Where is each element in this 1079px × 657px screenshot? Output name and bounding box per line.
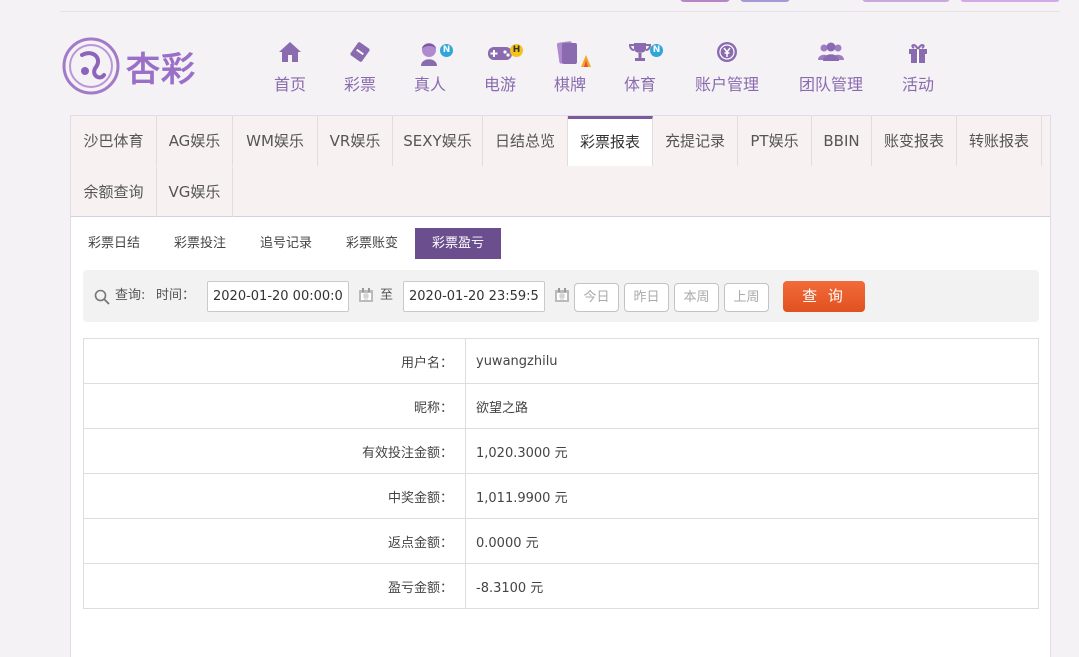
cards-icon <box>530 40 610 68</box>
tab-transfer-report[interactable]: 转账报表 <box>957 116 1042 166</box>
profit-loss-table: 用户名： yuwangzhilu 昵称： 欲望之路 有效投注金额： 1,020.… <box>83 338 1039 609</box>
nav-label: 团队管理 <box>798 75 863 94</box>
trophy-icon: N <box>600 40 680 68</box>
row-label: 中奖金额： <box>83 473 466 519</box>
nav-item-team[interactable]: 团队管理 <box>791 38 871 95</box>
row-value: 欲望之路 <box>465 383 1039 429</box>
new-badge: N <box>650 44 663 57</box>
nav-label: 活动 <box>901 75 934 94</box>
nav-item-home[interactable]: 首页 <box>250 38 330 95</box>
gamepad-icon: H <box>460 40 540 68</box>
table-row: 返点金额： 0.0000 元 <box>83 518 1039 564</box>
top-link-4[interactable] <box>960 0 1060 2</box>
live-dealer-icon: N <box>390 40 470 68</box>
site-logo[interactable]: 杏彩 <box>60 34 220 98</box>
tab-balance-query[interactable]: 余额查询 <box>71 167 157 217</box>
top-link-2[interactable] <box>740 0 790 2</box>
tab-deposit-withdraw[interactable]: 充提记录 <box>653 116 738 166</box>
team-icon <box>791 40 871 68</box>
nav-item-chess[interactable]: 棋牌 <box>530 38 610 95</box>
nav-label: 棋牌 <box>553 75 586 94</box>
row-label: 返点金额： <box>83 518 466 564</box>
subtab-lottery-bets[interactable]: 彩票投注 <box>171 228 229 259</box>
tab-vr[interactable]: VR娱乐 <box>318 116 393 166</box>
tab-saba-sports[interactable]: 沙巴体育 <box>71 116 157 166</box>
row-value: yuwangzhilu <box>465 338 1039 384</box>
gift-icon <box>878 40 958 68</box>
report-panel: 沙巴体育 AG娱乐 WM娱乐 VR娱乐 SEXY娱乐 日结总览 彩票报表 充提记… <box>70 115 1051 657</box>
nav-label: 真人 <box>413 75 446 94</box>
nav-item-live[interactable]: N 真人 <box>390 38 470 95</box>
nav-item-sports[interactable]: N 体育 <box>600 38 680 95</box>
nav-label: 账户管理 <box>694 75 759 94</box>
yen-coin-icon <box>687 40 767 68</box>
subtab-lottery-daily[interactable]: 彩票日结 <box>85 228 143 259</box>
tab-pt[interactable]: PT娱乐 <box>738 116 812 166</box>
table-row: 用户名： yuwangzhilu <box>83 338 1039 384</box>
subtab-chase-records[interactable]: 追号记录 <box>257 228 315 259</box>
nav-label: 彩票 <box>343 75 376 94</box>
subtab-lottery-balance-change[interactable]: 彩票账变 <box>343 228 401 259</box>
last-week-button[interactable]: 上周 <box>724 283 769 312</box>
tab-bbin[interactable]: BBIN <box>812 116 872 166</box>
lottery-ticket-icon <box>320 40 400 68</box>
tab-ag[interactable]: AG娱乐 <box>157 116 233 166</box>
nav-label: 体育 <box>623 75 656 94</box>
table-row: 有效投注金额： 1,020.3000 元 <box>83 428 1039 474</box>
this-week-button[interactable]: 本周 <box>674 283 719 312</box>
calendar-icon[interactable] <box>358 287 374 303</box>
tab-daily-overview[interactable]: 日结总览 <box>483 116 568 166</box>
subtab-lottery-profit-loss[interactable]: 彩票盈亏 <box>415 228 501 259</box>
row-label: 盈亏金额： <box>83 563 466 609</box>
table-row: 盈亏金额： -8.3100 元 <box>83 563 1039 609</box>
time-label: 时间： <box>156 288 196 303</box>
query-button[interactable]: 查 询 <box>783 281 865 312</box>
home-icon <box>250 40 330 68</box>
tab-lottery-report[interactable]: 彩票报表 <box>568 116 653 166</box>
nav-item-lottery[interactable]: 彩票 <box>320 38 400 95</box>
nav-item-egames[interactable]: H 电游 <box>460 38 540 95</box>
nav-item-activity[interactable]: 活动 <box>878 38 958 95</box>
today-button[interactable]: 今日 <box>574 283 619 312</box>
report-tabs: 沙巴体育 AG娱乐 WM娱乐 VR娱乐 SEXY娱乐 日结总览 彩票报表 充提记… <box>71 116 1050 217</box>
logo-emblem-icon <box>62 37 120 95</box>
search-icon <box>94 289 110 305</box>
row-value: -8.3100 元 <box>465 563 1039 609</box>
yesterday-button[interactable]: 昨日 <box>624 283 669 312</box>
calendar-icon[interactable] <box>554 287 570 303</box>
tab-sexy[interactable]: SEXY娱乐 <box>393 116 483 166</box>
row-value: 0.0000 元 <box>465 518 1039 564</box>
top-link-1[interactable] <box>680 0 730 2</box>
table-row: 中奖金额： 1,011.9900 元 <box>83 473 1039 519</box>
end-time-input[interactable] <box>403 281 545 312</box>
top-link-3[interactable] <box>862 0 950 2</box>
row-value: 1,011.9900 元 <box>465 473 1039 519</box>
table-row: 昵称： 欲望之路 <box>83 383 1039 429</box>
new-badge: N <box>440 44 453 57</box>
row-label: 有效投注金额： <box>83 428 466 474</box>
row-label: 昵称： <box>83 383 466 429</box>
row-value: 1,020.3000 元 <box>465 428 1039 474</box>
nav-label: 电游 <box>483 75 516 94</box>
start-time-input[interactable] <box>207 281 349 312</box>
logo-text: 杏彩 <box>126 49 196 90</box>
nav-label: 首页 <box>273 75 306 94</box>
query-bar: 查询: 时间： 至 今日 昨日 本周 上周 查 询 <box>83 270 1039 322</box>
row-label: 用户名： <box>83 338 466 384</box>
range-separator: 至 <box>380 288 394 303</box>
tab-vg[interactable]: VG娱乐 <box>157 167 233 217</box>
nav-item-account[interactable]: 账户管理 <box>687 38 767 95</box>
query-label: 查询: <box>115 288 146 303</box>
tab-balance-change-report[interactable]: 账变报表 <box>872 116 957 166</box>
hot-badge: H <box>510 44 523 57</box>
tab-wm[interactable]: WM娱乐 <box>233 116 318 166</box>
top-strip <box>60 0 1060 12</box>
